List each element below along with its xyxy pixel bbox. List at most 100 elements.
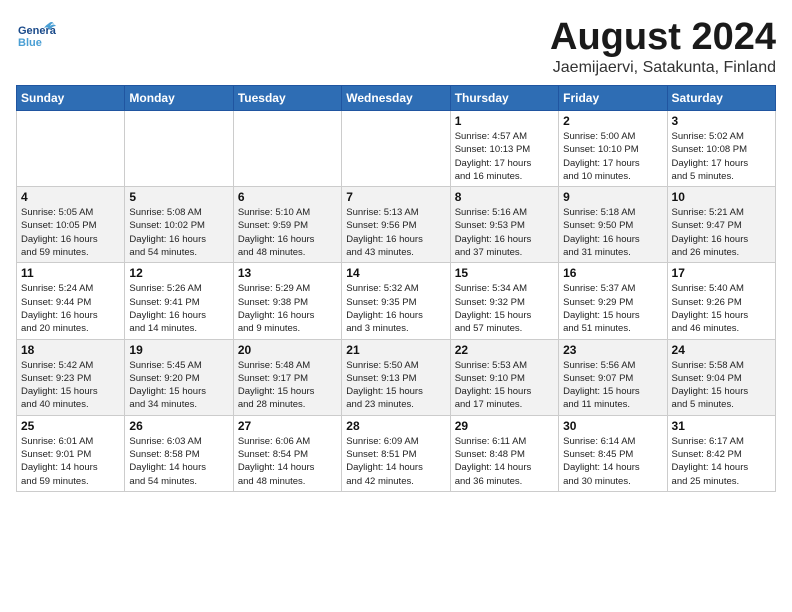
day-number: 6: [238, 190, 337, 204]
day-info: Sunrise: 5:50 AMSunset: 9:13 PMDaylight:…: [346, 359, 445, 412]
weekday-header-tuesday: Tuesday: [233, 86, 341, 111]
calendar-cell: 4 Sunrise: 5:05 AMSunset: 10:05 PMDayligh…: [17, 187, 125, 263]
weekday-header-row: SundayMondayTuesdayWednesdayThursdayFrid…: [17, 86, 776, 111]
day-number: 13: [238, 266, 337, 280]
day-info: Sunrise: 5:34 AMSunset: 9:32 PMDaylight:…: [455, 282, 554, 335]
day-info: Sunrise: 5:10 AMSunset: 9:59 PMDaylight:…: [238, 206, 337, 259]
calendar-cell: 23 Sunrise: 5:56 AMSunset: 9:07 PMDayligh…: [559, 339, 667, 415]
calendar-cell: 30 Sunrise: 6:14 AMSunset: 8:45 PMDayligh…: [559, 415, 667, 491]
day-info: Sunrise: 5:16 AMSunset: 9:53 PMDaylight:…: [455, 206, 554, 259]
calendar-cell: 10 Sunrise: 5:21 AMSunset: 9:47 PMDayligh…: [667, 187, 775, 263]
weekday-header-sunday: Sunday: [17, 86, 125, 111]
weekday-header-friday: Friday: [559, 86, 667, 111]
day-number: 31: [672, 419, 771, 433]
day-number: 19: [129, 343, 228, 357]
weekday-header-saturday: Saturday: [667, 86, 775, 111]
day-info: Sunrise: 5:40 AMSunset: 9:26 PMDaylight:…: [672, 282, 771, 335]
calendar-cell: 28 Sunrise: 6:09 AMSunset: 8:51 PMDayligh…: [342, 415, 450, 491]
calendar-cell: 19Sunrise: 5:45 AMSunset: 9:20 PMDayligh…: [125, 339, 233, 415]
logo: General Blue: [16, 16, 56, 56]
day-info: Sunrise: 5:48 AMSunset: 9:17 PMDaylight:…: [238, 359, 337, 412]
calendar-cell: 24Sunrise: 5:58 AMSunset: 9:04 PMDayligh…: [667, 339, 775, 415]
day-number: 17: [672, 266, 771, 280]
day-number: 22: [455, 343, 554, 357]
day-number: 8: [455, 190, 554, 204]
calendar-week-3: 11 Sunrise: 5:24 AMSunset: 9:44 PMDayligh…: [17, 263, 776, 339]
day-info: Sunrise: 6:14 AMSunset: 8:45 PMDaylight:…: [563, 435, 662, 488]
calendar-cell: 18Sunrise: 5:42 AMSunset: 9:23 PMDayligh…: [17, 339, 125, 415]
day-number: 1: [455, 114, 554, 128]
page-subtitle: Jaemijaervi, Satakunta, Finland: [550, 59, 776, 77]
day-number: 28: [346, 419, 445, 433]
calendar-cell: 26 Sunrise: 6:03 AMSunset: 8:58 PMDayligh…: [125, 415, 233, 491]
day-number: 23: [563, 343, 662, 357]
calendar-cell: 1Sunrise: 4:57 AMSunset: 10:13 PMDayligh…: [450, 111, 558, 187]
day-info: Sunrise: 5:00 AMSunset: 10:10 PMDaylight…: [563, 130, 662, 183]
day-number: 7: [346, 190, 445, 204]
day-number: 3: [672, 114, 771, 128]
day-info: Sunrise: 6:11 AMSunset: 8:48 PMDaylight:…: [455, 435, 554, 488]
day-info: Sunrise: 6:03 AMSunset: 8:58 PMDaylight:…: [129, 435, 228, 488]
day-info: Sunrise: 5:37 AMSunset: 9:29 PMDaylight:…: [563, 282, 662, 335]
day-info: Sunrise: 5:29 AMSunset: 9:38 PMDaylight:…: [238, 282, 337, 335]
calendar-cell: 17 Sunrise: 5:40 AMSunset: 9:26 PMDayligh…: [667, 263, 775, 339]
calendar-week-2: 4 Sunrise: 5:05 AMSunset: 10:05 PMDayligh…: [17, 187, 776, 263]
calendar-cell: 11 Sunrise: 5:24 AMSunset: 9:44 PMDayligh…: [17, 263, 125, 339]
day-number: 9: [563, 190, 662, 204]
day-number: 29: [455, 419, 554, 433]
day-number: 27: [238, 419, 337, 433]
svg-text:Blue: Blue: [18, 37, 42, 49]
calendar-cell: 27 Sunrise: 6:06 AMSunset: 8:54 PMDayligh…: [233, 415, 341, 491]
day-info: Sunrise: 6:06 AMSunset: 8:54 PMDaylight:…: [238, 435, 337, 488]
calendar-cell: 20 Sunrise: 5:48 AMSunset: 9:17 PMDayligh…: [233, 339, 341, 415]
day-info: Sunrise: 5:56 AMSunset: 9:07 PMDaylight:…: [563, 359, 662, 412]
weekday-header-monday: Monday: [125, 86, 233, 111]
day-number: 26: [129, 419, 228, 433]
day-info: Sunrise: 5:18 AMSunset: 9:50 PMDaylight:…: [563, 206, 662, 259]
day-info: Sunrise: 5:32 AMSunset: 9:35 PMDaylight:…: [346, 282, 445, 335]
day-number: 20: [238, 343, 337, 357]
calendar-week-1: 1Sunrise: 4:57 AMSunset: 10:13 PMDayligh…: [17, 111, 776, 187]
day-info: Sunrise: 5:13 AMSunset: 9:56 PMDaylight:…: [346, 206, 445, 259]
day-info: Sunrise: 6:09 AMSunset: 8:51 PMDaylight:…: [346, 435, 445, 488]
calendar-cell: [125, 111, 233, 187]
day-number: 11: [21, 266, 120, 280]
calendar-cell: 9 Sunrise: 5:18 AMSunset: 9:50 PMDaylight…: [559, 187, 667, 263]
day-number: 14: [346, 266, 445, 280]
day-info: Sunrise: 5:24 AMSunset: 9:44 PMDaylight:…: [21, 282, 120, 335]
day-info: Sunrise: 5:58 AMSunset: 9:04 PMDaylight:…: [672, 359, 771, 412]
calendar-cell: 25 Sunrise: 6:01 AMSunset: 9:01 PMDayligh…: [17, 415, 125, 491]
page-title: August 2024: [550, 16, 776, 59]
day-number: 30: [563, 419, 662, 433]
calendar-cell: 29 Sunrise: 6:11 AMSunset: 8:48 PMDayligh…: [450, 415, 558, 491]
day-number: 25: [21, 419, 120, 433]
day-info: Sunrise: 5:21 AMSunset: 9:47 PMDaylight:…: [672, 206, 771, 259]
day-info: Sunrise: 5:02 AMSunset: 10:08 PMDaylight…: [672, 130, 771, 183]
day-number: 10: [672, 190, 771, 204]
calendar-cell: 13 Sunrise: 5:29 AMSunset: 9:38 PMDayligh…: [233, 263, 341, 339]
calendar-table: SundayMondayTuesdayWednesdayThursdayFrid…: [16, 85, 776, 492]
day-number: 18: [21, 343, 120, 357]
calendar-cell: 21Sunrise: 5:50 AMSunset: 9:13 PMDayligh…: [342, 339, 450, 415]
calendar-cell: [233, 111, 341, 187]
calendar-week-5: 25 Sunrise: 6:01 AMSunset: 9:01 PMDayligh…: [17, 415, 776, 491]
calendar-cell: 22 Sunrise: 5:53 AMSunset: 9:10 PMDayligh…: [450, 339, 558, 415]
title-area: August 2024 Jaemijaervi, Satakunta, Finl…: [550, 16, 776, 77]
day-info: Sunrise: 6:01 AMSunset: 9:01 PMDaylight:…: [21, 435, 120, 488]
day-info: Sunrise: 5:05 AMSunset: 10:05 PMDaylight…: [21, 206, 120, 259]
weekday-header-thursday: Thursday: [450, 86, 558, 111]
day-number: 12: [129, 266, 228, 280]
logo-icon: General Blue: [16, 16, 56, 56]
page-header: General Blue August 2024 Jaemijaervi, Sa…: [16, 16, 776, 77]
day-info: Sunrise: 6:17 AMSunset: 8:42 PMDaylight:…: [672, 435, 771, 488]
calendar-cell: 2Sunrise: 5:00 AMSunset: 10:10 PMDayligh…: [559, 111, 667, 187]
calendar-cell: [17, 111, 125, 187]
calendar-week-4: 18Sunrise: 5:42 AMSunset: 9:23 PMDayligh…: [17, 339, 776, 415]
day-number: 4: [21, 190, 120, 204]
day-number: 5: [129, 190, 228, 204]
calendar-cell: 14 Sunrise: 5:32 AMSunset: 9:35 PMDayligh…: [342, 263, 450, 339]
day-info: Sunrise: 5:53 AMSunset: 9:10 PMDaylight:…: [455, 359, 554, 412]
day-number: 16: [563, 266, 662, 280]
calendar-cell: 3 Sunrise: 5:02 AMSunset: 10:08 PMDayligh…: [667, 111, 775, 187]
weekday-header-wednesday: Wednesday: [342, 86, 450, 111]
